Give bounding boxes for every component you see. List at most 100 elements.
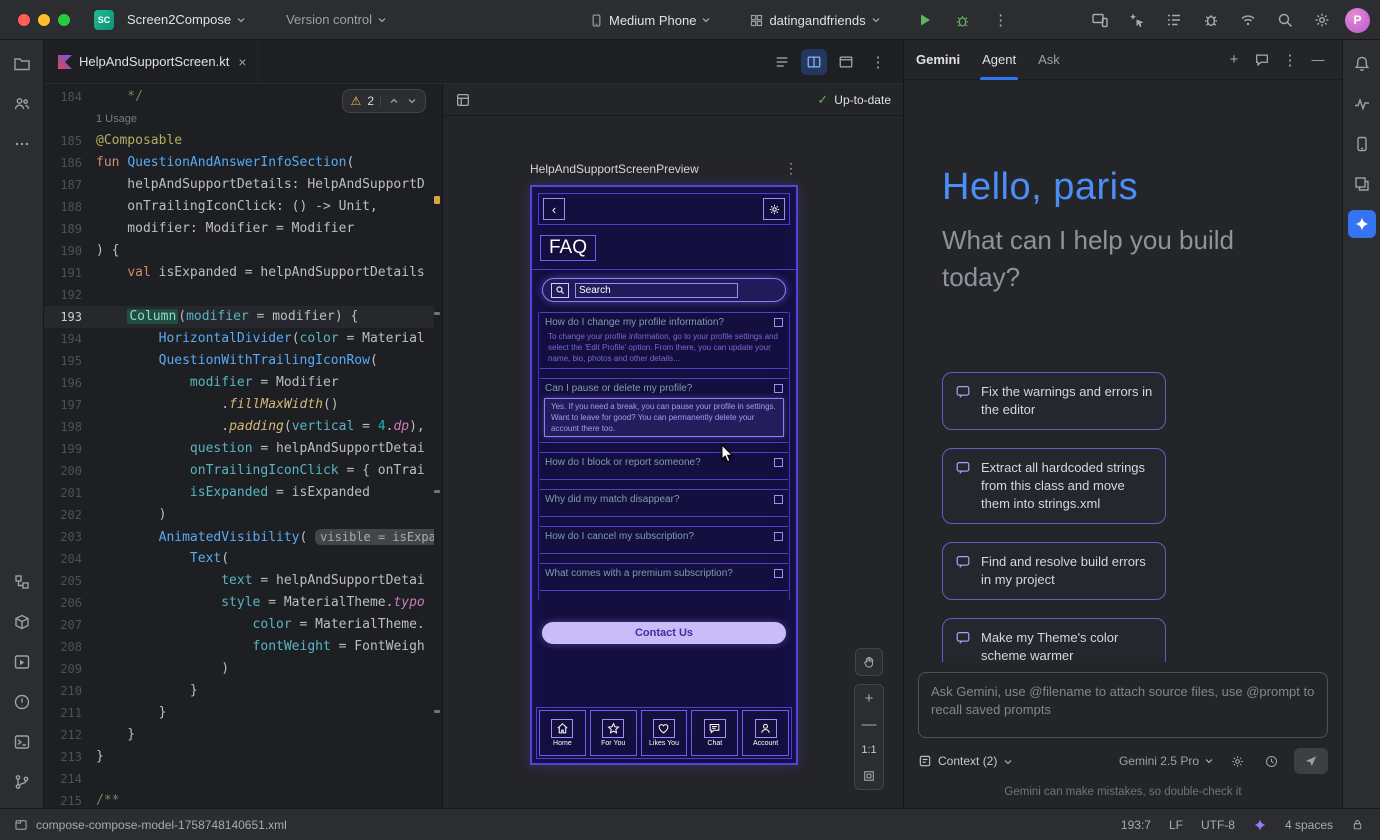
- nav-item-home[interactable]: Home: [539, 710, 586, 756]
- code-line[interactable]: 204 Text(: [44, 548, 434, 570]
- faq-item[interactable]: Why did my match disappear?: [540, 489, 788, 517]
- phone-preview[interactable]: ‹ FAQ Search How do I change my profile …: [530, 185, 798, 765]
- structure-icon[interactable]: [8, 568, 36, 596]
- faq-question[interactable]: How do I cancel my subscription?: [540, 527, 788, 544]
- code-line[interactable]: 210 }: [44, 680, 434, 702]
- settings-icon[interactable]: [1308, 6, 1336, 34]
- scrollbar-mark[interactable]: [434, 312, 440, 315]
- gemini-icon[interactable]: [1348, 210, 1376, 238]
- contact-us-button[interactable]: Contact Us: [542, 622, 786, 644]
- code-line[interactable]: 206 style = MaterialTheme.typo: [44, 592, 434, 614]
- minimize-icon[interactable]: —: [1306, 48, 1330, 72]
- faq-item[interactable]: What comes with a premium subscription?: [540, 563, 788, 591]
- split-editor-icon[interactable]: [801, 49, 827, 75]
- caret-position[interactable]: 193:7: [1121, 818, 1151, 832]
- plus-icon[interactable]: +: [1222, 48, 1246, 72]
- suggestion-card[interactable]: Find and resolve build errors in my proj…: [942, 542, 1166, 600]
- faq-item[interactable]: Can I pause or delete my profile?Yes. If…: [540, 378, 788, 443]
- close-window-icon[interactable]: [18, 14, 30, 26]
- user-avatar[interactable]: P: [1345, 8, 1370, 33]
- version-control-menu[interactable]: Version control: [280, 8, 393, 31]
- code-line[interactable]: 192: [44, 284, 434, 306]
- build-insights-icon[interactable]: [1197, 6, 1225, 34]
- status-file-name[interactable]: compose-compose-model-1758748140651.xml: [36, 818, 287, 832]
- folder-icon[interactable]: [8, 50, 36, 78]
- nav-item-chat[interactable]: Chat: [691, 710, 738, 756]
- scrollbar-mark[interactable]: [434, 710, 440, 713]
- previous-problem-icon[interactable]: [389, 96, 399, 106]
- window-icon[interactable]: [833, 49, 859, 75]
- tab-agent[interactable]: Agent: [982, 40, 1016, 80]
- chat-history-icon[interactable]: [1250, 48, 1274, 72]
- zoom-to-fit-icon[interactable]: [855, 763, 883, 789]
- settings-gear-icon[interactable]: [763, 198, 785, 220]
- nav-item-likes-you[interactable]: Likes You: [641, 710, 688, 756]
- code-line[interactable]: 213}: [44, 746, 434, 768]
- kebab-icon[interactable]: ⋮: [1278, 48, 1302, 72]
- package-icon[interactable]: [8, 608, 36, 636]
- code-line[interactable]: 205 text = helpAndSupportDetai: [44, 570, 434, 592]
- gemini-status-icon[interactable]: [1253, 818, 1267, 832]
- expand-toggle-icon[interactable]: [774, 458, 783, 467]
- code-line[interactable]: 202 ): [44, 504, 434, 526]
- close-tab-icon[interactable]: ×: [238, 54, 246, 70]
- faq-question[interactable]: What comes with a premium subscription?: [540, 564, 788, 581]
- device-manager-icon[interactable]: [1348, 130, 1376, 158]
- code-line[interactable]: 189 modifier: Modifier = Modifier: [44, 218, 434, 240]
- zoom-out-button[interactable]: —: [855, 711, 883, 737]
- scrollbar-warning-mark[interactable]: [434, 196, 440, 204]
- kebab-icon[interactable]: ⋮: [865, 49, 891, 75]
- file-encoding[interactable]: UTF-8: [1201, 818, 1235, 832]
- pulse-icon[interactable]: [1348, 90, 1376, 118]
- code-line[interactable]: 196 modifier = Modifier: [44, 372, 434, 394]
- code-line[interactable]: 211 }: [44, 702, 434, 724]
- expand-toggle-icon[interactable]: [774, 569, 783, 578]
- model-selector[interactable]: Gemini 2.5 Pro: [1119, 754, 1214, 768]
- code-line[interactable]: 208 fontWeight = FontWeigh: [44, 636, 434, 658]
- pan-hand-icon[interactable]: [855, 648, 883, 676]
- faq-item[interactable]: How do I change my profile information?T…: [540, 312, 788, 369]
- faq-question[interactable]: Can I pause or delete my profile?: [540, 379, 788, 396]
- faq-question[interactable]: How do I change my profile information?: [540, 313, 788, 330]
- code-line[interactable]: 209 ): [44, 658, 434, 680]
- zoom-in-button[interactable]: +: [855, 685, 883, 711]
- code-line[interactable]: 198 .padding(vertical = 4.dp),: [44, 416, 434, 438]
- lock-icon[interactable]: [1351, 818, 1364, 831]
- suggestion-card[interactable]: Make my Theme's color scheme warmer: [942, 618, 1166, 662]
- running-devices-icon[interactable]: [1086, 6, 1114, 34]
- code-line[interactable]: 203 AnimatedVisibility( visible = isExpa…: [44, 526, 434, 548]
- minimize-window-icon[interactable]: [38, 14, 50, 26]
- structure-list-icon[interactable]: [769, 49, 795, 75]
- gemini-assist-icon[interactable]: [1123, 6, 1151, 34]
- more-actions-kebab-icon[interactable]: ⋮: [987, 6, 1015, 34]
- code-line[interactable]: 188 onTrailingIconClick: () -> Unit,: [44, 196, 434, 218]
- send-button[interactable]: [1294, 748, 1328, 774]
- suggestion-card[interactable]: Fix the warnings and errors in the edito…: [942, 372, 1166, 430]
- code-line[interactable]: 190) {: [44, 240, 434, 262]
- device-pair-icon[interactable]: [1234, 6, 1262, 34]
- terminal-icon[interactable]: [8, 728, 36, 756]
- run-configuration-selector[interactable]: datingandfriends: [743, 9, 886, 32]
- code-line[interactable]: 214: [44, 768, 434, 790]
- nav-item-account[interactable]: Account: [742, 710, 789, 756]
- expand-toggle-icon[interactable]: [774, 495, 783, 504]
- preview-options-kebab-icon[interactable]: ⋮: [784, 160, 798, 177]
- bell-icon[interactable]: [1348, 50, 1376, 78]
- editor-tab[interactable]: HelpAndSupportScreen.kt ×: [44, 40, 258, 83]
- todo-list-icon[interactable]: [1160, 6, 1188, 34]
- gemini-prompt-input[interactable]: Ask Gemini, use @filename to attach sour…: [918, 672, 1328, 738]
- users-icon[interactable]: [8, 90, 36, 118]
- code-line[interactable]: 215/**: [44, 790, 434, 808]
- search-icon[interactable]: [1271, 6, 1299, 34]
- faq-item[interactable]: How do I block or report someone?: [540, 452, 788, 480]
- code-line[interactable]: 194 HorizontalDivider(color = Material: [44, 328, 434, 350]
- tab-ask[interactable]: Ask: [1038, 40, 1060, 80]
- gemini-settings-icon[interactable]: [1226, 750, 1248, 772]
- indent-setting[interactable]: 4 spaces: [1285, 818, 1333, 832]
- search-bar[interactable]: Search: [542, 278, 786, 302]
- faq-question[interactable]: How do I block or report someone?: [540, 453, 788, 470]
- code-line[interactable]: 207 color = MaterialTheme.: [44, 614, 434, 636]
- maximize-window-icon[interactable]: [58, 14, 70, 26]
- more-icon[interactable]: [8, 130, 36, 158]
- code-line[interactable]: 193 Column(modifier = modifier) {: [44, 306, 434, 328]
